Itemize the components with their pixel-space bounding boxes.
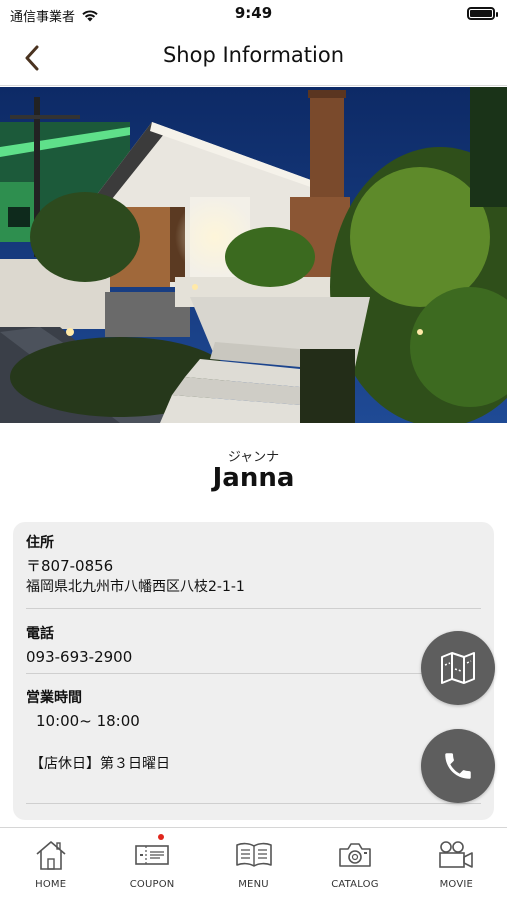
tab-label: COUPON: [129, 879, 175, 890]
address-label: 住所: [26, 535, 54, 551]
address-text[interactable]: 福岡県北九州市八幡西区八枝2-1-1: [26, 577, 481, 598]
business-hours: 10:00~ 18:00: [36, 712, 140, 730]
tab-label: MENU: [238, 879, 269, 890]
status-time: 9:49: [234, 4, 273, 22]
shop-name: Janna: [212, 463, 295, 493]
tab-catalog[interactable]: CATALOG: [304, 828, 405, 900]
menu-book-icon: [234, 837, 274, 873]
movie-camera-icon: [436, 837, 476, 873]
phone-icon: [445, 753, 471, 779]
phone-section: 電話 093-693-2900: [26, 623, 481, 668]
coupon-icon: [132, 837, 172, 873]
tab-label: HOME: [35, 879, 67, 890]
tab-movie[interactable]: MOVIE: [406, 828, 507, 900]
page-title: Shop Information: [162, 43, 345, 67]
hours-section: 営業時間 10:00~ 18:00 【店休日】第３日曜日: [26, 687, 481, 775]
home-icon: [31, 837, 71, 873]
divider: [26, 608, 481, 609]
camera-icon: [335, 837, 375, 873]
shop-photo: [0, 87, 507, 423]
tab-label: MOVIE: [439, 879, 474, 890]
divider: [26, 673, 481, 674]
status-bar: 通信事業者 9:49: [0, 0, 507, 30]
tab-coupon[interactable]: COUPON: [101, 828, 202, 900]
hours-label: 営業時間: [26, 690, 82, 706]
battery-icon: [467, 7, 498, 20]
tab-menu[interactable]: MENU: [203, 828, 304, 900]
tab-bar: HOME COUPON MENU CATALOG MOVIE: [0, 827, 507, 900]
closed-days: 【店休日】第３日曜日: [30, 756, 170, 772]
divider: [26, 803, 481, 804]
map-icon: [441, 652, 475, 684]
tab-home[interactable]: HOME: [0, 828, 101, 900]
phone-label: 電話: [26, 626, 54, 642]
tab-label: CATALOG: [331, 879, 379, 890]
address-section: 住所 〒807-0856 福岡県北九州市八幡西区八枝2-1-1: [26, 532, 481, 598]
phone-number[interactable]: 093-693-2900: [26, 647, 481, 668]
postal-code: 〒807-0856: [26, 557, 114, 575]
call-button[interactable]: [421, 729, 495, 803]
navigation-bar: Shop Information: [0, 30, 507, 86]
shop-exterior-image: [0, 87, 507, 423]
map-button[interactable]: [421, 631, 495, 705]
